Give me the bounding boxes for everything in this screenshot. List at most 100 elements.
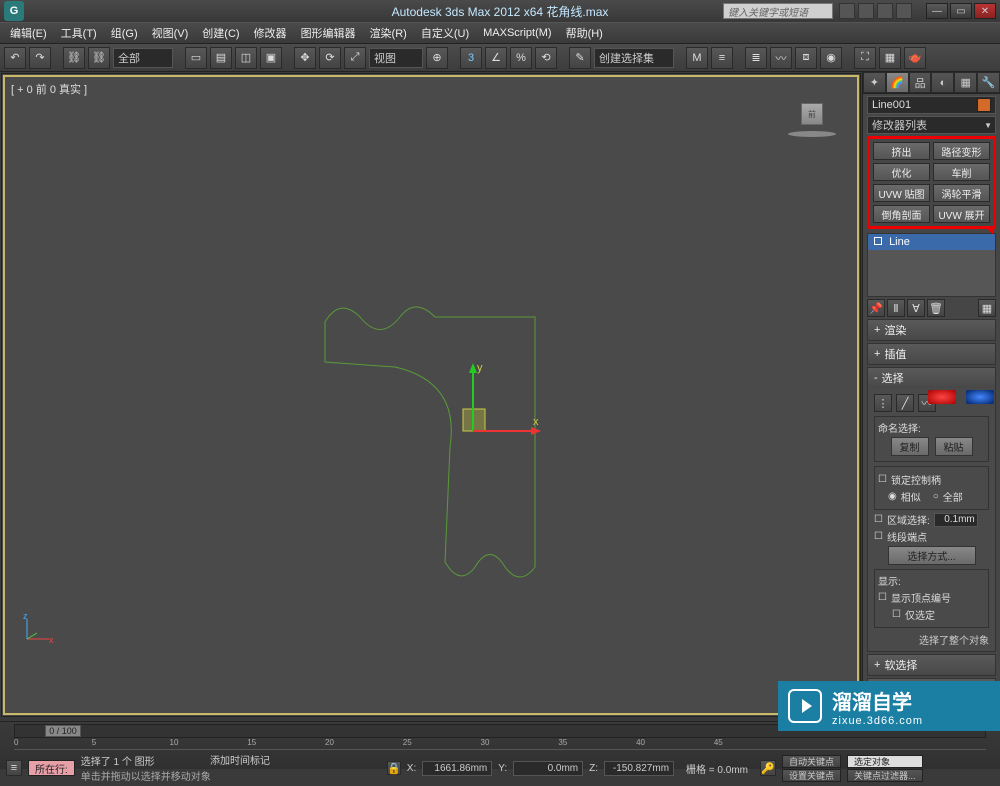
unique-button[interactable]: ∀ [907,299,925,317]
snap-button[interactable]: 3 [460,47,482,69]
menu-group[interactable]: 组(G) [111,25,138,41]
menu-grapheditors[interactable]: 图形编辑器 [301,25,356,41]
mod-optimize-button[interactable]: 优化 [873,163,930,181]
configure-button[interactable]: ▦ [978,299,996,317]
sel-set-combo[interactable]: 选定对象 [847,755,923,768]
watermark-url: zixue.3d66.com [832,715,923,727]
all-radio[interactable]: ○ [933,491,939,502]
coord-z[interactable]: -150.827mm [604,761,674,776]
area-select-spinner[interactable]: 0.1mm [934,513,978,527]
menu-view[interactable]: 视图(V) [152,25,189,41]
percent-snap-button[interactable]: % [510,47,532,69]
pin-stack-button[interactable]: 📌 [867,299,885,317]
material-button[interactable]: ◉ [820,47,842,69]
similar-radio[interactable]: ◉ [888,491,897,502]
mod-turbosmooth-button[interactable]: 涡轮平滑 [933,184,990,202]
lock-icon[interactable]: 🔒 [387,761,401,775]
menu-customize[interactable]: 自定义(U) [421,25,469,41]
stack-line-item[interactable]: Line [868,234,995,250]
link-button[interactable]: ⛓ [63,47,85,69]
mod-uvwunwrap-button[interactable]: UVW 展开 [933,205,990,223]
lock-handles-checkbox[interactable]: ☐ [878,474,887,485]
tab-hierarchy[interactable]: 品 [909,72,932,93]
select-region-button[interactable]: ◫ [235,47,257,69]
tab-display[interactable]: ▦ [954,72,977,93]
modifier-list-combo[interactable]: 修改器列表 [867,116,996,134]
window-cross-button[interactable]: ▣ [260,47,282,69]
show-end-button[interactable]: Ⅱ [887,299,905,317]
viewcube-compass[interactable] [788,131,836,137]
mod-lathe-button[interactable]: 车削 [933,163,990,181]
menu-modifiers[interactable]: 修改器 [254,25,287,41]
select-by-button[interactable]: 选择方式... [888,546,976,565]
mod-extrude-button[interactable]: 挤出 [873,142,930,160]
menu-rendering[interactable]: 渲染(R) [370,25,407,41]
layer-button[interactable]: ≣ [745,47,767,69]
script-mini-button[interactable]: ≡ [6,760,22,776]
viewcube-face[interactable]: 前 [801,103,823,125]
segend-checkbox[interactable]: ☐ [874,531,883,542]
undo-button[interactable]: ↶ [4,47,26,69]
add-time-tag[interactable]: 添加时间标记 [210,752,270,767]
only-selected-checkbox[interactable]: ☐ [892,609,901,620]
mirror-button[interactable]: M [686,47,708,69]
tab-utilities[interactable]: 🔧 [977,72,1000,93]
filter-combo[interactable]: 全部 [113,48,173,68]
vertex-button[interactable]: ⋮ [874,394,892,412]
time-ruler[interactable]: 0 5 10 15 20 25 30 35 40 45 [14,738,986,750]
paste-button[interactable]: 粘贴 [935,437,973,456]
copy-button[interactable]: 复制 [891,437,929,456]
key-filter-button[interactable]: 关键点过滤器... [847,769,923,782]
menu-create[interactable]: 创建(C) [202,25,239,41]
curve-editor-button[interactable]: 〰 [770,47,792,69]
center-pivot-button[interactable]: ⊕ [426,47,448,69]
menu-tools[interactable]: 工具(T) [61,25,97,41]
rollup-interpolation[interactable]: +插值 [867,343,996,365]
select-button[interactable]: ▭ [185,47,207,69]
quick-render-button[interactable]: 🫖 [904,47,926,69]
rotate-button[interactable]: ⟳ [319,47,341,69]
rollup-render[interactable]: +渲染 [867,319,996,341]
spinner-snap-button[interactable]: ⟲ [535,47,557,69]
menu-help[interactable]: 帮助(H) [566,25,603,41]
edit-named-sel-button[interactable]: ✎ [569,47,591,69]
modifier-stack[interactable]: Line [867,233,996,297]
select-name-button[interactable]: ▤ [210,47,232,69]
object-color-swatch[interactable] [977,98,991,112]
mod-uvwmap-button[interactable]: UVW 贴图 [873,184,930,202]
scale-button[interactable]: ⤢ [344,47,366,69]
menu-maxscript[interactable]: MAXScript(M) [483,27,551,39]
viewport-label[interactable]: [ + 0 前 0 真实 ] [11,81,87,97]
mod-bevelprofile-button[interactable]: 倒角剖面 [873,205,930,223]
show-vertnum-checkbox[interactable]: ☐ [878,592,887,603]
angle-snap-button[interactable]: ∠ [485,47,507,69]
area-select-checkbox[interactable]: ☐ [874,514,883,525]
render-setup-button[interactable]: ⛶ [854,47,876,69]
unlink-button[interactable]: ⛓ [88,47,110,69]
tab-modify[interactable]: 🌈 [886,72,909,93]
rendered-frame-button[interactable]: ▦ [879,47,901,69]
object-name-input[interactable]: Line001 [867,96,996,114]
key-mode-button[interactable]: 🔑 [760,760,776,776]
redo-button[interactable]: ↷ [29,47,51,69]
mod-pathdeform-button[interactable]: 路径变形 [933,142,990,160]
remove-mod-button[interactable]: 🗑 [927,299,945,317]
named-selset-combo[interactable]: 创建选择集 [594,48,674,68]
set-key-button[interactable]: 设置关键点 [782,769,841,782]
coord-x[interactable]: 1661.86mm [422,761,492,776]
align-button[interactable]: ≡ [711,47,733,69]
move-button[interactable]: ✥ [294,47,316,69]
tab-create[interactable]: ✦ [863,72,886,93]
viewcube[interactable]: 前 [787,97,837,137]
tab-motion[interactable]: ◐ [931,72,954,93]
auto-key-button[interactable]: 自动关键点 [782,755,841,768]
menu-edit[interactable]: 编辑(E) [10,25,47,41]
transform-gizmo[interactable]: y x [425,357,545,477]
rollup-softsel[interactable]: +软选择 [867,654,996,676]
viewport[interactable]: [ + 0 前 0 真实 ] 前 y x z [1,73,861,717]
schematic-button[interactable]: ⧈ [795,47,817,69]
coord-y[interactable]: 0.0mm [513,761,583,776]
time-thumb[interactable]: 0 / 100 [45,725,81,737]
refcoord-combo[interactable]: 视图 [369,48,423,68]
segment-button[interactable]: ╱ [896,394,914,412]
